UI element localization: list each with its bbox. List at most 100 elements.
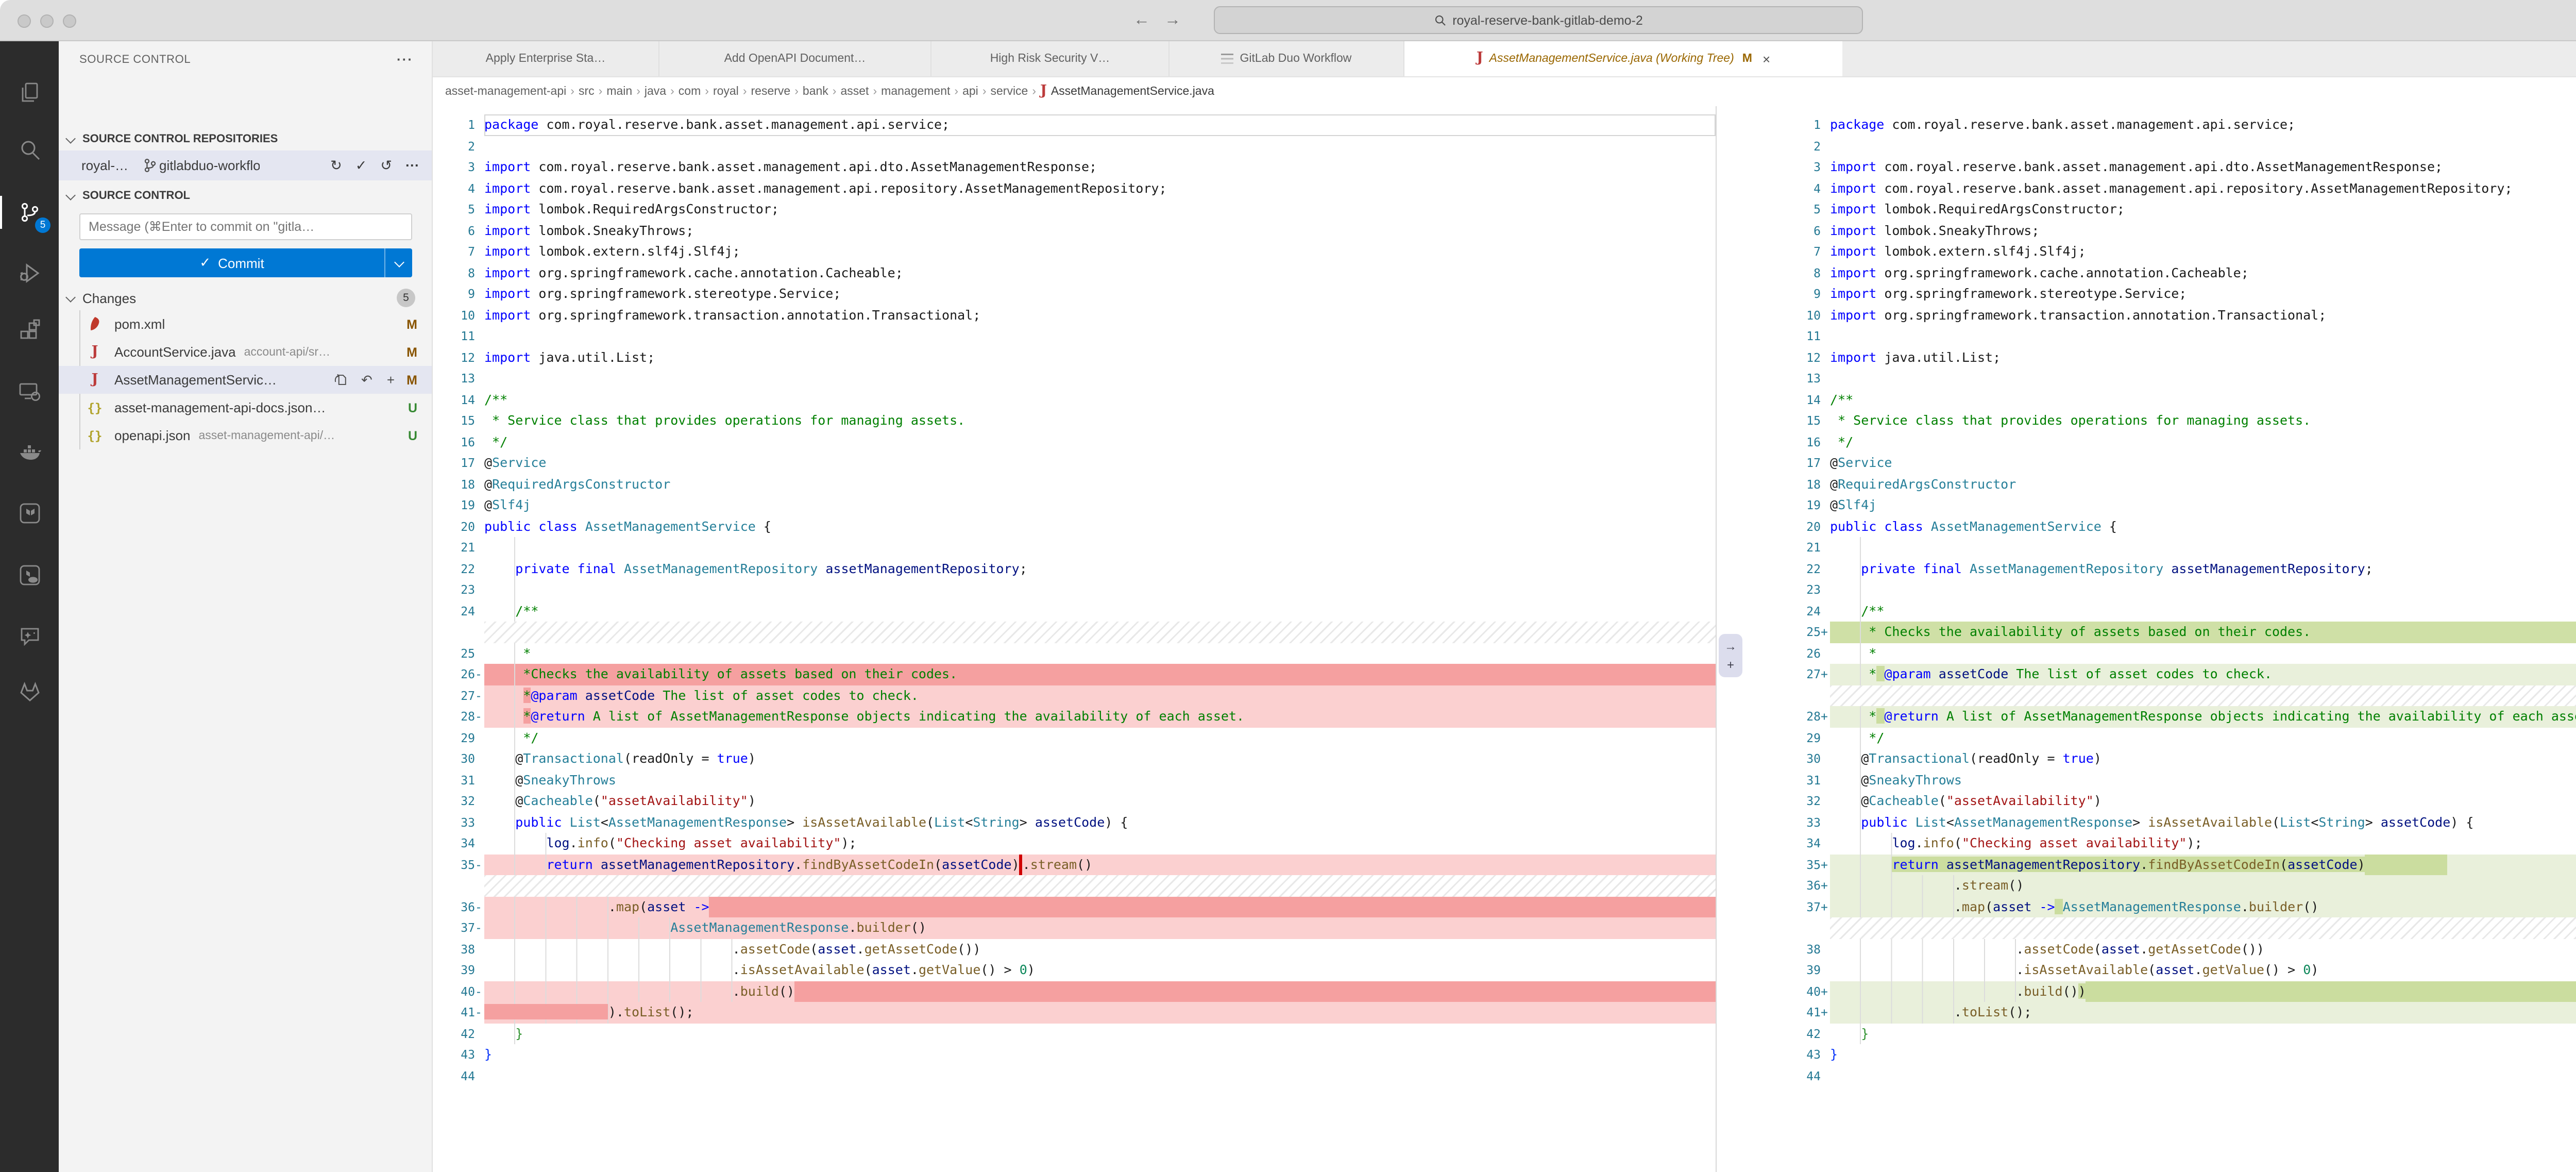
- line-content[interactable]: @Transactional(readOnly = true): [484, 748, 1716, 769]
- line-content[interactable]: public class AssetManagementService {: [1830, 516, 2576, 537]
- commit-message-input[interactable]: [79, 213, 412, 240]
- breadcrumb-item[interactable]: management: [881, 86, 950, 98]
- line-content[interactable]: [484, 579, 1716, 600]
- line-content[interactable]: return assetManagementRepository.findByA…: [484, 854, 1716, 875]
- forward-icon[interactable]: →: [1164, 11, 1181, 30]
- activity-source-control-icon[interactable]: 5: [0, 192, 59, 233]
- line-content[interactable]: *Checks the availability of assets based…: [484, 664, 1716, 685]
- revert-arrow-icon[interactable]: →: [1724, 639, 1737, 653]
- line-content[interactable]: }: [484, 1023, 1716, 1044]
- line-content[interactable]: public List<AssetManagementResponse> isA…: [484, 812, 1716, 833]
- activity-explorer-icon[interactable]: [0, 72, 59, 113]
- line-content[interactable]: .stream(): [1830, 875, 2576, 896]
- activity-gitlab-duo-chat-icon[interactable]: [0, 615, 59, 657]
- line-content[interactable]: import com.royal.reserve.bank.asset.mana…: [1830, 157, 2576, 178]
- line-content[interactable]: .map(asset -> AssetManagementResponse.bu…: [1830, 896, 2576, 917]
- line-content[interactable]: *@return A list of AssetManagementRespon…: [484, 706, 1716, 727]
- breadcrumb-item[interactable]: asset-management-api: [445, 86, 566, 98]
- activity-docker-icon[interactable]: [0, 432, 59, 473]
- line-content[interactable]: [484, 136, 1716, 157]
- close-icon[interactable]: ×: [1762, 51, 1770, 66]
- line-content[interactable]: .assetCode(asset.getAssetCode()): [1830, 939, 2576, 960]
- section-source-control[interactable]: SOURCE CONTROL: [82, 190, 190, 202]
- breadcrumb-item[interactable]: service: [991, 86, 1028, 98]
- discard-changes-icon[interactable]: ↶: [361, 372, 372, 388]
- line-content[interactable]: package com.royal.reserve.bank.asset.man…: [1830, 114, 2576, 136]
- repository-row[interactable]: royal-… gitlabduo-workflow ↻ ✓ ↺ ···: [59, 150, 432, 180]
- commit-check-icon[interactable]: ✓: [355, 157, 367, 174]
- line-content[interactable]: [1830, 136, 2576, 157]
- tab-AssetManagementServi[interactable]: JAssetManagementService.java (Working Tr…: [1404, 41, 1842, 76]
- line-content[interactable]: * @param assetCode The list of asset cod…: [1830, 664, 2576, 685]
- activity-search-icon[interactable]: [0, 129, 59, 170]
- line-content[interactable]: [484, 326, 1716, 347]
- line-content[interactable]: import lombok.SneakyThrows;: [1830, 220, 2576, 241]
- line-content[interactable]: [484, 537, 1716, 558]
- changes-section-label[interactable]: Changes: [82, 290, 136, 306]
- line-content[interactable]: * Service class that provides operations…: [1830, 410, 2576, 431]
- line-content[interactable]: @RequiredArgsConstructor: [484, 474, 1716, 495]
- stage-changes-icon[interactable]: +: [387, 372, 395, 388]
- command-center-search[interactable]: royal-reserve-bank-gitlab-demo-2: [1214, 6, 1863, 34]
- diff-original-pane[interactable]: 1package com.royal.reserve.bank.asset.ma…: [433, 106, 1716, 1172]
- line-content[interactable]: import lombok.SneakyThrows;: [484, 220, 1716, 241]
- line-content[interactable]: @Slf4j: [1830, 495, 2576, 516]
- sidebar-more-actions-icon[interactable]: ···: [397, 52, 413, 67]
- file-row-openapi.json[interactable]: {}openapi.jsonasset-management-api/…U: [59, 422, 432, 449]
- breadcrumb-item[interactable]: java: [645, 86, 666, 98]
- line-content[interactable]: import org.springframework.cache.annotat…: [1830, 262, 2576, 283]
- diff-change-widget[interactable]: → +: [1719, 634, 1742, 677]
- activity-extensions-icon[interactable]: [0, 310, 59, 351]
- line-content[interactable]: [1830, 579, 2576, 600]
- line-content[interactable]: * Service class that provides operations…: [484, 410, 1716, 431]
- tab-High-Risk-Security-V[interactable]: High Risk Security V…: [931, 41, 1170, 76]
- refresh-icon[interactable]: ↺: [380, 157, 392, 174]
- line-content[interactable]: [1830, 1065, 2576, 1086]
- line-content[interactable]: .isAssetAvailable(asset.getValue() > 0): [1830, 960, 2576, 981]
- line-content[interactable]: [484, 368, 1716, 389]
- line-content[interactable]: log.info("Checking asset availability");: [1830, 833, 2576, 854]
- line-content[interactable]: .isAssetAvailable(asset.getValue() > 0): [484, 960, 1716, 981]
- line-content[interactable]: import org.springframework.stereotype.Se…: [484, 283, 1716, 305]
- line-content[interactable]: import lombok.RequiredArgsConstructor;: [484, 199, 1716, 220]
- line-content[interactable]: private final AssetManagementRepository …: [1830, 558, 2576, 579]
- line-content[interactable]: [1830, 326, 2576, 347]
- open-file-icon[interactable]: [333, 373, 347, 387]
- line-content[interactable]: import lombok.RequiredArgsConstructor;: [1830, 199, 2576, 220]
- line-content[interactable]: .build()): [1830, 981, 2576, 1002]
- chevron-down-icon[interactable]: [65, 292, 76, 302]
- file-row-AssetManagementServic[interactable]: JAssetManagementServic…↶+M: [59, 366, 432, 394]
- line-content[interactable]: @SneakyThrows: [484, 769, 1716, 791]
- line-content[interactable]: import lombok.extern.slf4j.Slf4j;: [484, 241, 1716, 262]
- breadcrumb-item[interactable]: src: [579, 86, 595, 98]
- line-content[interactable]: public List<AssetManagementResponse> isA…: [1830, 812, 2576, 833]
- line-content[interactable]: .build(): [484, 981, 1716, 1002]
- line-content[interactable]: }: [1830, 1044, 2576, 1065]
- diff-modified-pane[interactable]: 1package com.royal.reserve.bank.asset.ma…: [1723, 106, 2576, 1172]
- breadcrumb-item[interactable]: asset: [840, 86, 869, 98]
- line-content[interactable]: import java.util.List;: [1830, 347, 2576, 368]
- line-content[interactable]: AssetManagementResponse.builder(): [484, 917, 1716, 939]
- line-content[interactable]: @Transactional(readOnly = true): [1830, 748, 2576, 769]
- line-content[interactable]: import org.springframework.cache.annotat…: [484, 262, 1716, 283]
- activity-run-debug-icon[interactable]: [0, 253, 59, 294]
- line-content[interactable]: log.info("Checking asset availability");: [484, 833, 1716, 854]
- tab-GitLab-Duo-Workflow[interactable]: GitLab Duo Workflow: [1170, 41, 1404, 76]
- commit-dropdown-button[interactable]: [384, 248, 412, 277]
- breadcrumb-item[interactable]: com: [679, 86, 701, 98]
- line-content[interactable]: *@param assetCode The list of asset code…: [484, 685, 1716, 706]
- line-content[interactable]: import com.royal.reserve.bank.asset.mana…: [484, 157, 1716, 178]
- line-content[interactable]: /**: [484, 389, 1716, 410]
- breadcrumb-item[interactable]: api: [962, 86, 978, 98]
- line-content[interactable]: /**: [1830, 389, 2576, 410]
- file-row-AccountService.java[interactable]: JAccountService.javaaccount-api/sr…M: [59, 338, 432, 366]
- line-content[interactable]: [1830, 368, 2576, 389]
- line-content[interactable]: import org.springframework.transaction.a…: [484, 305, 1716, 326]
- chevron-down-icon[interactable]: [65, 190, 76, 200]
- tab-Apply-Enterprise-Sta[interactable]: Apply Enterprise Sta…: [433, 41, 659, 76]
- line-content[interactable]: .map(asset ->: [484, 896, 1716, 917]
- line-content[interactable]: import com.royal.reserve.bank.asset.mana…: [1830, 178, 2576, 199]
- line-content[interactable]: @RequiredArgsConstructor: [1830, 474, 2576, 495]
- breadcrumb[interactable]: asset-management-api›src›main›java›com›r…: [433, 77, 2576, 106]
- line-content[interactable]: public class AssetManagementService {: [484, 516, 1716, 537]
